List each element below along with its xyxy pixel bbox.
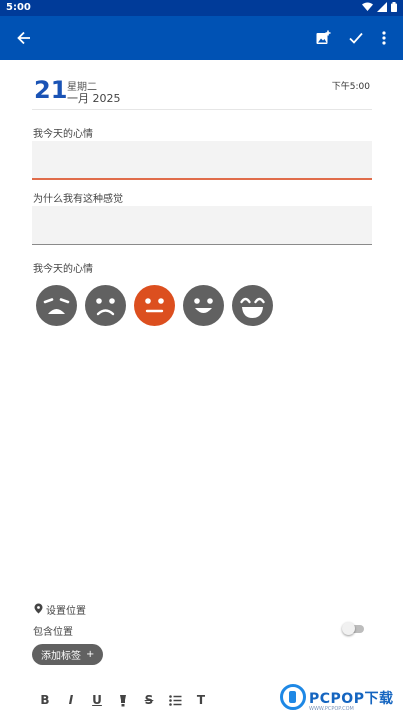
mood-sad-icon[interactable] — [85, 285, 126, 326]
underline-glyph: U — [92, 693, 102, 707]
header-divider — [32, 109, 372, 110]
mood-very-happy-icon[interactable] — [232, 285, 273, 326]
status-bar: 5:00 — [0, 0, 403, 16]
status-time: 5:00 — [6, 2, 31, 13]
strikethrough-icon[interactable]: S — [142, 693, 156, 707]
pcpop-logo-icon — [280, 684, 306, 710]
italic-glyph: I — [68, 693, 74, 707]
pcpop-watermark: PCPOP下载 WWW.PCPOP.COM — [278, 682, 403, 720]
signal-icon — [377, 1, 387, 15]
strike-glyph: S — [144, 693, 154, 707]
toggle-thumb — [342, 622, 355, 635]
italic-icon[interactable]: I — [64, 693, 78, 707]
location-pin-icon — [34, 603, 43, 617]
plus-icon: + — [86, 649, 95, 660]
mood-diary-screen: 5:00 21 星期二 一月 2025 下午5:00 我今天的心情 为什么我有这… — [0, 0, 403, 720]
more-vert-icon[interactable] — [370, 24, 398, 52]
add-tag-button[interactable]: 添加标签 + — [32, 644, 104, 665]
entry-time[interactable]: 下午5:00 — [332, 79, 370, 92]
watermark-sub: WWW.PCPOP.COM — [309, 706, 354, 712]
entry-month-year: 一月 2025 — [67, 92, 121, 105]
mood-picker — [36, 285, 273, 326]
wifi-icon — [362, 2, 373, 14]
text-format-glyph: T — [196, 693, 206, 707]
entry-day: 21 — [34, 76, 68, 104]
include-location-toggle[interactable] — [342, 622, 364, 635]
add-photo-icon[interactable] — [309, 24, 337, 52]
set-location-label: 设置位置 — [46, 606, 86, 617]
mood-happy-icon[interactable] — [183, 285, 224, 326]
underline-icon[interactable]: U — [90, 693, 104, 707]
bold-glyph: B — [40, 693, 50, 707]
back-arrow-icon[interactable] — [10, 24, 38, 52]
why-feeling-label: 为什么我有这种感觉 — [33, 194, 123, 205]
watermark-brand: PCPOP下载 — [309, 691, 394, 707]
app-bar — [0, 16, 403, 60]
format-toolbar: B I U S T — [38, 690, 208, 710]
mood-today-label: 我今天的心情 — [33, 129, 93, 140]
include-location-label: 包含位置 — [33, 627, 73, 638]
mood-picker-label: 我今天的心情 — [33, 264, 93, 275]
mood-today-input[interactable] — [32, 141, 372, 180]
bullet-list-icon[interactable] — [168, 693, 182, 707]
battery-icon — [391, 1, 397, 15]
highlight-icon[interactable] — [116, 693, 130, 707]
mood-neutral-icon[interactable] — [134, 285, 175, 326]
bold-icon[interactable]: B — [38, 693, 52, 707]
check-icon[interactable] — [342, 24, 370, 52]
text-format-icon[interactable]: T — [194, 693, 208, 707]
mood-very-sad-icon[interactable] — [36, 285, 77, 326]
add-tag-label: 添加标签 — [41, 651, 81, 662]
status-icons — [362, 1, 397, 15]
why-feeling-input[interactable] — [32, 206, 372, 245]
set-location-button[interactable]: 设置位置 — [34, 602, 86, 617]
